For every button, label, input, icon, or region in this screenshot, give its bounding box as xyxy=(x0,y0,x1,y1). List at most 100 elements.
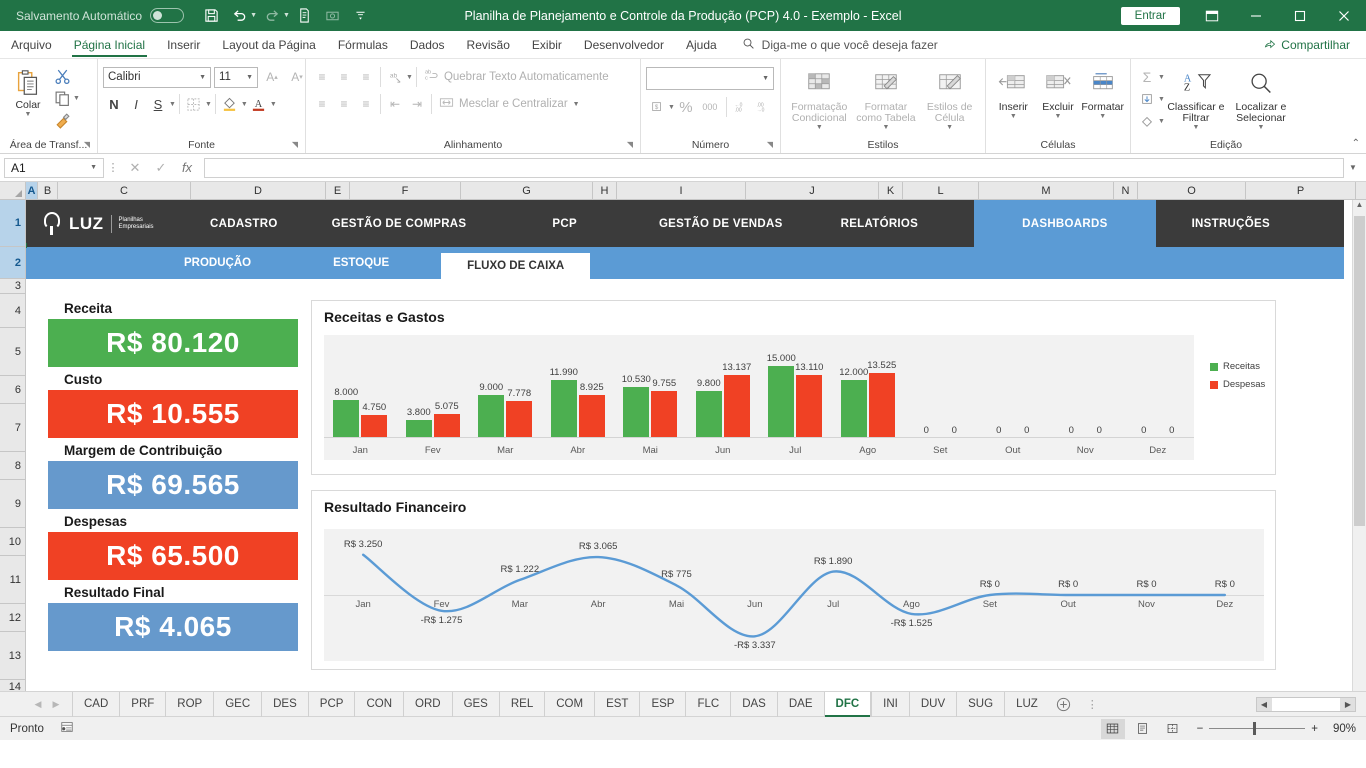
cancel-edit-icon[interactable]: ✕ xyxy=(122,160,148,176)
row-header-7[interactable]: 7 xyxy=(0,404,25,452)
sheet-tab-ges[interactable]: GES xyxy=(452,692,499,717)
undo-icon[interactable] xyxy=(226,4,252,28)
sheet-tab-ini[interactable]: INI xyxy=(871,692,909,717)
alignment-dialog-launcher-icon[interactable]: ◥ xyxy=(627,137,633,152)
column-header-m[interactable]: M xyxy=(979,182,1114,199)
sheet-tab-est[interactable]: EST xyxy=(594,692,639,717)
font-dialog-launcher-icon[interactable]: ◥ xyxy=(292,137,298,152)
copy-dropdown-icon[interactable]: ▼ xyxy=(73,95,80,102)
subnav-item-fluxo-de-caixa[interactable]: FLUXO DE CAIXA xyxy=(441,253,590,279)
clear-icon[interactable] xyxy=(1136,110,1158,132)
sheet-tab-gec[interactable]: GEC xyxy=(213,692,261,717)
nav-item-instrucoes[interactable]: INSTRUÇÕES xyxy=(1156,200,1286,247)
tab-layout-da-pagina[interactable]: Layout da Página xyxy=(211,31,326,58)
sheet-tab-dae[interactable]: DAE xyxy=(777,692,824,717)
align-bottom-icon[interactable]: ≡ xyxy=(355,66,377,88)
tell-me-search[interactable]: Diga-me o que você deseja fazer xyxy=(728,31,938,58)
column-header-i[interactable]: I xyxy=(617,182,746,199)
nav-item-relatorios[interactable]: RELATÓRIOS xyxy=(799,200,935,247)
nav-item-pcp[interactable]: PCP xyxy=(482,200,593,247)
sheet-tab-rel[interactable]: REL xyxy=(499,692,544,717)
zoom-track[interactable] xyxy=(1209,728,1305,729)
align-right-icon[interactable]: ≡ xyxy=(355,93,377,115)
borders-icon[interactable] xyxy=(183,93,205,115)
row-header-9[interactable]: 9 xyxy=(0,480,25,528)
conditional-formatting-button[interactable]: Formatação Condicional ▼ xyxy=(786,64,853,131)
decrease-decimal-icon[interactable]: .00→0 xyxy=(752,96,774,118)
tab-pagina-inicial[interactable]: Página Inicial xyxy=(63,31,156,58)
format-cells-button[interactable]: Formatar ▼ xyxy=(1080,64,1125,120)
sheet-tab-esp[interactable]: ESP xyxy=(639,692,685,717)
column-header-b[interactable]: B xyxy=(38,182,58,199)
comma-format-icon[interactable]: 000 xyxy=(697,96,723,118)
zoom-level[interactable]: 90% xyxy=(1324,723,1356,735)
cell-styles-button[interactable]: Estilos de Célula ▼ xyxy=(919,64,980,131)
insert-function-icon[interactable]: fx xyxy=(174,160,200,175)
sheet-tab-sug[interactable]: SUG xyxy=(956,692,1004,717)
confirm-edit-icon[interactable]: ✓ xyxy=(148,160,174,176)
fill-icon[interactable] xyxy=(1136,88,1158,110)
font-size-select[interactable]: 11▼ xyxy=(214,67,258,88)
row-header-14[interactable]: 14 xyxy=(0,680,25,691)
page-break-icon[interactable] xyxy=(1161,719,1185,739)
sheet-tab-overflow-icon[interactable]: ⋮ xyxy=(1079,698,1106,711)
subnav-item-estoque[interactable]: ESTOQUE xyxy=(313,247,409,279)
customize-qat-icon[interactable] xyxy=(348,4,374,28)
column-header-o[interactable]: O xyxy=(1138,182,1246,199)
sheet-tab-con[interactable]: CON xyxy=(354,692,403,717)
redo-dropdown-icon[interactable]: ▼ xyxy=(283,12,290,19)
nav-item-dashboards[interactable]: DASHBOARDS xyxy=(974,200,1155,247)
add-sheet-button[interactable] xyxy=(1049,697,1079,712)
name-box[interactable]: A1▼ xyxy=(4,158,104,178)
percent-format-icon[interactable]: % xyxy=(675,96,697,118)
autosum-icon[interactable]: Σ xyxy=(1136,66,1158,88)
share-button[interactable]: Compartilhar xyxy=(1256,31,1358,58)
decrease-indent-icon[interactable]: ⇤ xyxy=(384,93,406,115)
column-header-g[interactable]: G xyxy=(461,182,593,199)
increase-font-icon[interactable]: A▴ xyxy=(261,66,283,88)
orientation-dropdown-icon[interactable]: ▼ xyxy=(406,74,413,81)
align-center-icon[interactable]: ≡ xyxy=(333,93,355,115)
normal-view-icon[interactable] xyxy=(1101,719,1125,739)
find-select-button[interactable]: Localizar e Selecionar ▼ xyxy=(1227,64,1295,131)
sheet-tab-duv[interactable]: DUV xyxy=(909,692,956,717)
align-left-icon[interactable]: ≡ xyxy=(311,93,333,115)
font-color-icon[interactable]: A xyxy=(248,93,270,115)
sheet-tab-cad[interactable]: CAD xyxy=(72,692,119,717)
accounting-format-icon[interactable]: $ xyxy=(646,96,668,118)
sheet-tab-prf[interactable]: PRF xyxy=(119,692,165,717)
nav-item-gestao-de-vendas[interactable]: GESTÃO DE VENDAS xyxy=(593,200,799,247)
paste-button[interactable]: Colar ▼ xyxy=(5,62,51,118)
autosave-control[interactable]: Salvamento Automático xyxy=(16,8,184,23)
next-sheet-icon[interactable]: ▶ xyxy=(48,699,64,710)
column-header-n[interactable]: N xyxy=(1114,182,1138,199)
italic-icon[interactable]: I xyxy=(125,93,147,115)
font-name-select[interactable]: Calibri▼ xyxy=(103,67,211,88)
format-painter-icon[interactable] xyxy=(51,109,73,131)
horizontal-scrollbar-thumb[interactable] xyxy=(1272,698,1340,711)
row-header-10[interactable]: 10 xyxy=(0,528,25,556)
row-header-11[interactable]: 11 xyxy=(0,556,25,604)
row-header-2[interactable]: 2 xyxy=(0,247,25,279)
column-header-l[interactable]: L xyxy=(903,182,979,199)
tab-exibir[interactable]: Exibir xyxy=(521,31,573,58)
row-header-8[interactable]: 8 xyxy=(0,452,25,480)
format-as-table-button[interactable]: Formatar como Tabela ▼ xyxy=(853,64,920,131)
column-header-k[interactable]: K xyxy=(879,182,903,199)
sheet-tab-com[interactable]: COM xyxy=(544,692,594,717)
borders-dropdown-icon[interactable]: ▼ xyxy=(205,101,212,108)
copy-icon[interactable] xyxy=(51,87,73,109)
tab-revisao[interactable]: Revisão xyxy=(456,31,521,58)
row-header-13[interactable]: 13 xyxy=(0,632,25,680)
vertical-scrollbar[interactable]: ▲ xyxy=(1352,200,1366,691)
number-dialog-launcher-icon[interactable]: ◥ xyxy=(767,137,773,152)
zoom-slider[interactable]: − + xyxy=(1197,723,1318,735)
redo-icon[interactable] xyxy=(259,4,285,28)
scroll-right-icon[interactable]: ▶ xyxy=(1341,700,1355,709)
restore-icon[interactable] xyxy=(1278,0,1322,31)
row-header-6[interactable]: 6 xyxy=(0,376,25,404)
select-all-corner[interactable] xyxy=(0,182,26,199)
undo-dropdown-icon[interactable]: ▼ xyxy=(250,12,257,19)
bold-icon[interactable]: N xyxy=(103,93,125,115)
tab-inserir[interactable]: Inserir xyxy=(156,31,211,58)
